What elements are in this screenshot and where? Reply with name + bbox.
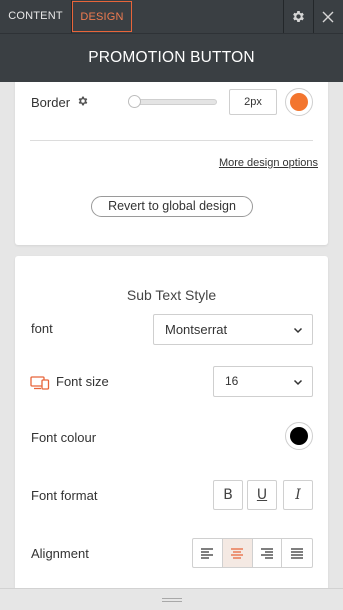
chevron-down-icon bbox=[293, 379, 303, 386]
align-left-icon bbox=[201, 547, 214, 559]
font-format-label: Font format bbox=[31, 488, 98, 503]
font-colour-swatch bbox=[290, 427, 308, 445]
align-right-button[interactable] bbox=[253, 539, 283, 567]
font-colour-label: Font colour bbox=[31, 430, 97, 445]
border-color-picker[interactable] bbox=[285, 88, 313, 116]
align-justify-icon bbox=[291, 547, 304, 559]
gear-icon bbox=[292, 11, 304, 22]
drag-handle-icon[interactable] bbox=[162, 597, 182, 603]
font-label: font bbox=[31, 321, 53, 336]
sub-text-style-card: Sub Text Style font Montserrat Font size… bbox=[15, 256, 328, 588]
top-bar: CONTENT DESIGN bbox=[0, 0, 343, 33]
bold-button[interactable]: B bbox=[213, 480, 243, 510]
font-colour-picker[interactable] bbox=[285, 422, 313, 450]
font-size-label: Font size bbox=[56, 374, 109, 389]
tab-design[interactable]: DESIGN bbox=[72, 1, 132, 32]
section-heading: Sub Text Style bbox=[126, 287, 217, 303]
font-size-select[interactable]: 16 bbox=[213, 366, 313, 397]
close-icon bbox=[322, 11, 334, 22]
align-left-button[interactable] bbox=[193, 539, 223, 567]
align-justify-button[interactable] bbox=[282, 539, 312, 567]
settings-scroll-area[interactable]: Border 2px More design options Revert to… bbox=[0, 82, 343, 588]
align-center-button[interactable] bbox=[222, 539, 253, 567]
border-color-swatch bbox=[290, 93, 308, 111]
slider-handle[interactable] bbox=[128, 95, 141, 108]
align-center-icon bbox=[231, 547, 244, 559]
alignment-label: Alignment bbox=[31, 546, 89, 561]
border-width-input[interactable]: 2px bbox=[229, 89, 277, 115]
panel-title: PROMOTION BUTTON bbox=[0, 33, 343, 82]
desktop-device-icon[interactable] bbox=[30, 376, 50, 390]
close-button[interactable] bbox=[314, 0, 342, 33]
font-family-value: Montserrat bbox=[165, 322, 228, 337]
revert-global-design-button[interactable]: Revert to global design bbox=[91, 196, 253, 217]
border-width-slider[interactable] bbox=[129, 99, 217, 105]
tab-content[interactable]: CONTENT bbox=[0, 0, 71, 33]
resize-bar[interactable] bbox=[0, 588, 343, 610]
more-design-options-link[interactable]: More design options bbox=[219, 157, 318, 169]
underline-button[interactable]: U bbox=[247, 480, 277, 510]
align-right-icon bbox=[260, 547, 273, 559]
italic-button[interactable]: I bbox=[283, 480, 313, 510]
border-settings-card: Border 2px More design options Revert to… bbox=[15, 82, 328, 245]
font-family-select[interactable]: Montserrat bbox=[153, 314, 313, 345]
chevron-down-icon bbox=[293, 327, 303, 334]
alignment-group bbox=[192, 538, 313, 568]
gear-icon[interactable] bbox=[77, 95, 89, 107]
divider bbox=[30, 140, 313, 141]
settings-button[interactable] bbox=[284, 0, 312, 33]
font-size-value: 16 bbox=[225, 374, 239, 388]
border-label: Border bbox=[31, 95, 71, 110]
